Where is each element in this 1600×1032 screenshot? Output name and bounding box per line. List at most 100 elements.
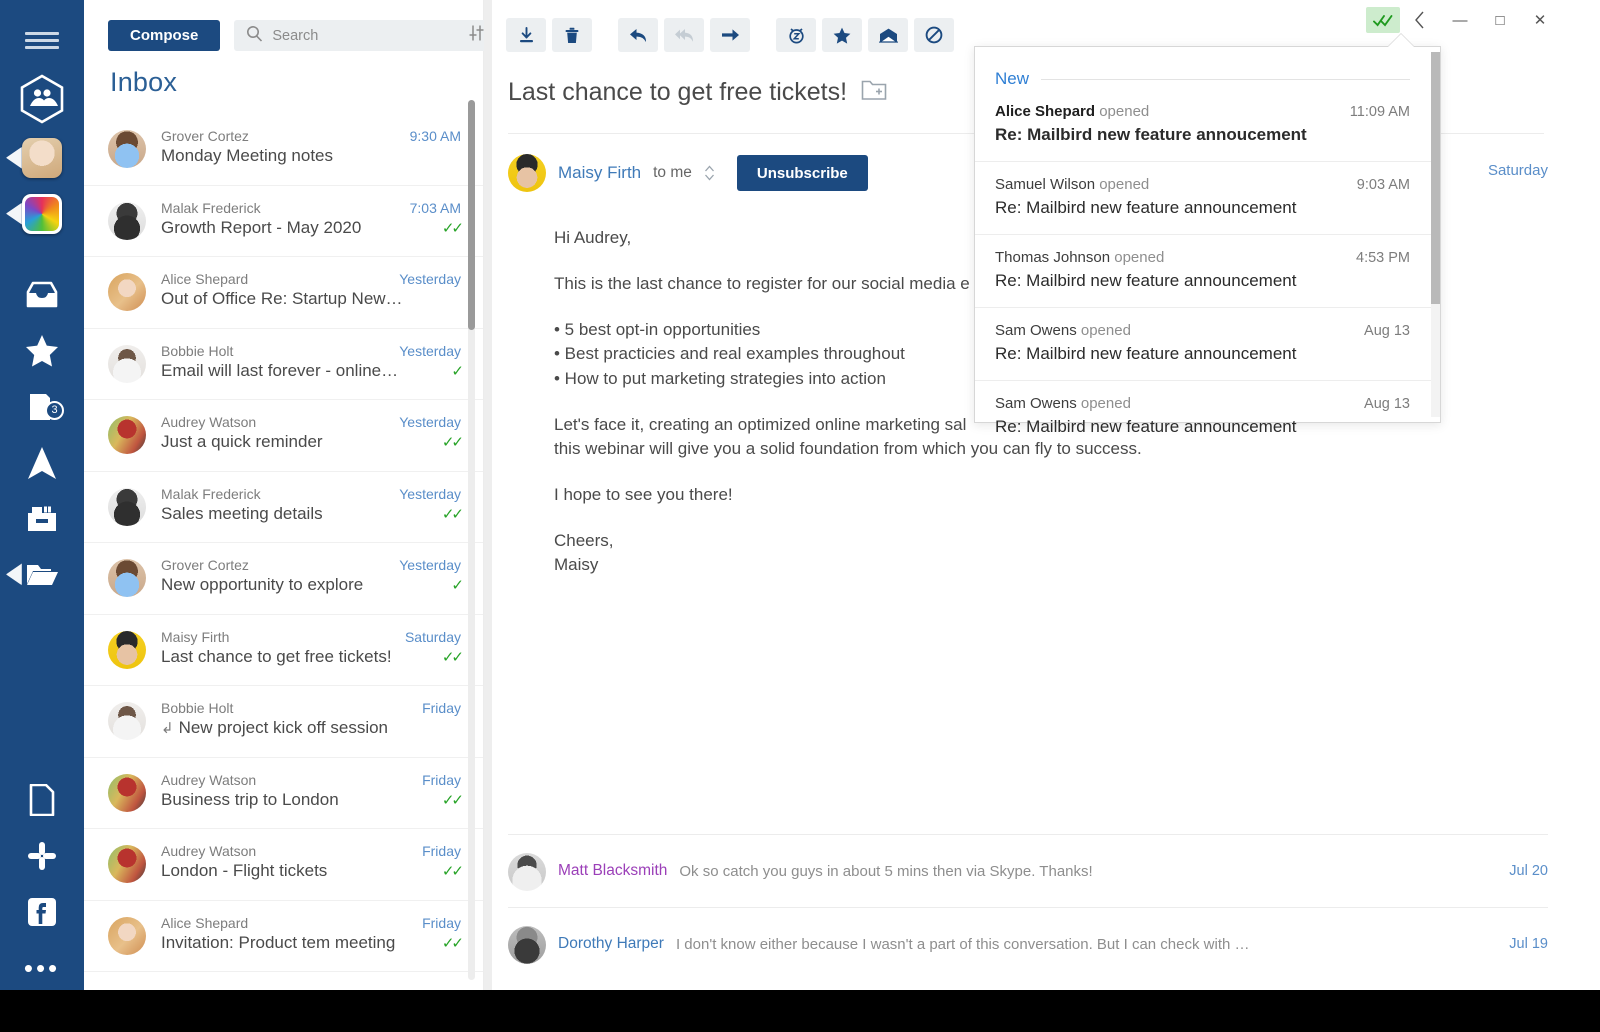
replied-arrow-icon: ↲ <box>161 720 174 737</box>
document-icon[interactable] <box>12 778 72 822</box>
read-tracking-icon[interactable] <box>1366 7 1400 33</box>
inbox-tray-icon[interactable] <box>12 273 72 317</box>
recipients-label: to me <box>653 164 692 181</box>
popup-scrollbar-thumb[interactable] <box>1431 52 1440 304</box>
message-list-item[interactable]: Alice Shepard Yesterday Out of Office Re: … <box>84 257 483 329</box>
folder-icon[interactable] <box>6 552 72 596</box>
sender-avatar <box>508 154 546 192</box>
notification-time: 9:03 AM <box>1356 177 1410 193</box>
conversation-row[interactable]: Matt Blacksmith Ok so catch you guys in a… <box>508 834 1548 907</box>
message-list-item[interactable]: Audrey Watson Friday Business trip to Lond… <box>84 758 483 829</box>
chevron-up-down-icon[interactable] <box>704 163 715 184</box>
notification-item[interactable]: Sam Owens opened Aug 13 Re: Mailbird new f… <box>975 381 1440 453</box>
read-receipt-ticks: ✓✓ <box>441 505 464 523</box>
starred-star-icon[interactable] <box>12 329 72 373</box>
account-app-tile-icon[interactable] <box>6 192 72 236</box>
forward-button[interactable] <box>710 18 750 52</box>
notification-item[interactable]: Sam Owens opened Aug 13 Re: Mailbird new f… <box>975 308 1440 381</box>
contacts-hexagon-icon[interactable] <box>12 74 72 124</box>
folder-plus-icon[interactable] <box>861 79 887 106</box>
message-list[interactable]: Grover Cortez 9:30 AM Monday Meeting notes… <box>84 114 483 990</box>
sender-avatar <box>108 201 146 240</box>
popup-section-label: New <box>995 69 1030 88</box>
back-chevron-icon[interactable] <box>1400 6 1440 34</box>
message-list-item[interactable]: Grover Cortez Yesterday New opportunity to… <box>84 543 483 615</box>
conversation-row[interactable]: Dorothy Harper I don't know either becaus… <box>508 907 1548 980</box>
message-subject: Business trip to London <box>161 789 339 809</box>
message-snippet: I don't know either because I wasn't a p… <box>675 935 1250 953</box>
message-date: Yesterday <box>399 342 461 359</box>
slack-icon[interactable] <box>12 834 72 878</box>
avatar <box>22 137 62 178</box>
sender-avatar <box>108 273 146 311</box>
read-receipt-ticks: ✓✓ <box>441 863 464 880</box>
block-button[interactable] <box>914 18 954 52</box>
participant-avatar <box>508 853 546 891</box>
message-sender: Maisy Firth <box>161 628 230 645</box>
message-subject: Just a quick reminder <box>161 432 323 451</box>
compose-button[interactable]: Compose <box>108 20 221 51</box>
reply-all-button <box>664 18 704 52</box>
drafts-icon[interactable]: 3 <box>12 385 72 429</box>
search-input[interactable] <box>272 27 460 44</box>
message-list-item[interactable]: Maisy Firth Saturday Last chance to get fr… <box>84 615 483 686</box>
message-subject: Sales meeting details <box>161 503 323 523</box>
sender-avatar <box>108 630 146 669</box>
mailbird-window: 3 ••• Compose Search Inbox Grover Cortez… <box>0 0 1568 990</box>
message-list-item[interactable]: Bobbie Holt Friday ↲ New project kick off s… <box>84 686 483 758</box>
message-subject: Out of Office Re: Startup New… <box>161 289 403 308</box>
participant-name[interactable]: Dorothy Harper <box>558 935 664 953</box>
message-list-item[interactable]: Grover Cortez 9:30 AM Monday Meeting notes <box>84 114 483 186</box>
message-list-item[interactable]: Malak Frederick 7:03 AM Growth Report - Ma… <box>84 186 483 257</box>
sender-name[interactable]: Maisy Firth <box>558 163 641 183</box>
message-list-item[interactable]: Alice Shepard Friday Invitation: Product t… <box>84 901 483 972</box>
read-receipt-ticks: ✓✓ <box>441 934 464 952</box>
ellipsis-glyph: ••• <box>23 953 61 984</box>
message-list-item[interactable]: Audrey Watson Yesterday Just a quick remin… <box>84 400 483 472</box>
mark-unread-button[interactable] <box>868 18 908 52</box>
drafts-count-badge: 3 <box>45 400 64 420</box>
archive-button[interactable] <box>506 18 546 52</box>
notification-item[interactable]: Alice Shepard opened 11:09 AM Re: Mailbird… <box>975 89 1440 162</box>
message-list-scrollbar[interactable] <box>468 100 475 980</box>
maximize-button[interactable]: □ <box>1480 6 1520 34</box>
more-ellipsis-icon[interactable]: ••• <box>12 946 72 990</box>
pane-splitter[interactable] <box>484 0 492 990</box>
close-button[interactable]: ✕ <box>1520 6 1560 34</box>
folder-title: Inbox <box>110 67 178 97</box>
account-avatar-audrey[interactable] <box>6 136 72 180</box>
reply-button[interactable] <box>618 18 658 52</box>
notification-item[interactable]: Thomas Johnson opened 4:53 PM Re: Mailbird… <box>975 235 1440 308</box>
participant-name[interactable]: Matt Blacksmith <box>558 862 667 880</box>
message-date: Friday <box>422 914 461 931</box>
notification-time: Aug 13 <box>1364 323 1410 339</box>
sent-paper-plane-icon[interactable] <box>12 441 72 485</box>
read-receipt-ticks: ✓✓ <box>441 434 464 451</box>
message-sender: Malak Frederick <box>161 485 261 502</box>
minimize-button[interactable]: — <box>1440 6 1480 34</box>
body-signoff-block: Cheers, Maisy <box>554 529 1528 577</box>
popup-section-header: New <box>975 47 1440 89</box>
unsubscribe-button[interactable]: Unsubscribe <box>736 155 868 191</box>
message-list-scrollbar-thumb[interactable] <box>468 100 475 330</box>
delete-button[interactable] <box>552 18 592 52</box>
snooze-button[interactable] <box>776 18 816 52</box>
facebook-icon[interactable] <box>12 890 72 934</box>
menu-hamburger-icon[interactable] <box>12 18 72 62</box>
notification-subject: Re: Mailbird new feature announcement <box>995 417 1297 436</box>
message-date: Yesterday <box>399 485 461 502</box>
notification-actor: Sam Owens opened <box>995 322 1131 339</box>
archive-box-icon[interactable] <box>12 496 72 540</box>
search-container[interactable] <box>234 20 497 51</box>
message-list-item[interactable]: Bobbie Holt Yesterday Email will last fore… <box>84 329 483 400</box>
read-receipt-ticks: ✓✓ <box>441 791 464 809</box>
message-subject: Monday Meeting notes <box>161 146 333 165</box>
notification-actor: Thomas Johnson opened <box>995 249 1165 266</box>
message-date: Friday <box>422 700 461 716</box>
body-paragraph-3: I hope to see you there! <box>554 484 733 504</box>
notification-item[interactable]: Samuel Wilson opened 9:03 AM Re: Mailbird … <box>975 162 1440 235</box>
message-list-item[interactable]: Malak Frederick Yesterday Sales meeting de… <box>84 472 483 543</box>
notification-list[interactable]: Alice Shepard opened 11:09 AM Re: Mailbird… <box>975 89 1440 453</box>
star-button[interactable] <box>822 18 862 52</box>
message-list-item[interactable]: Audrey Watson Friday London - Flight ticke… <box>84 829 483 901</box>
